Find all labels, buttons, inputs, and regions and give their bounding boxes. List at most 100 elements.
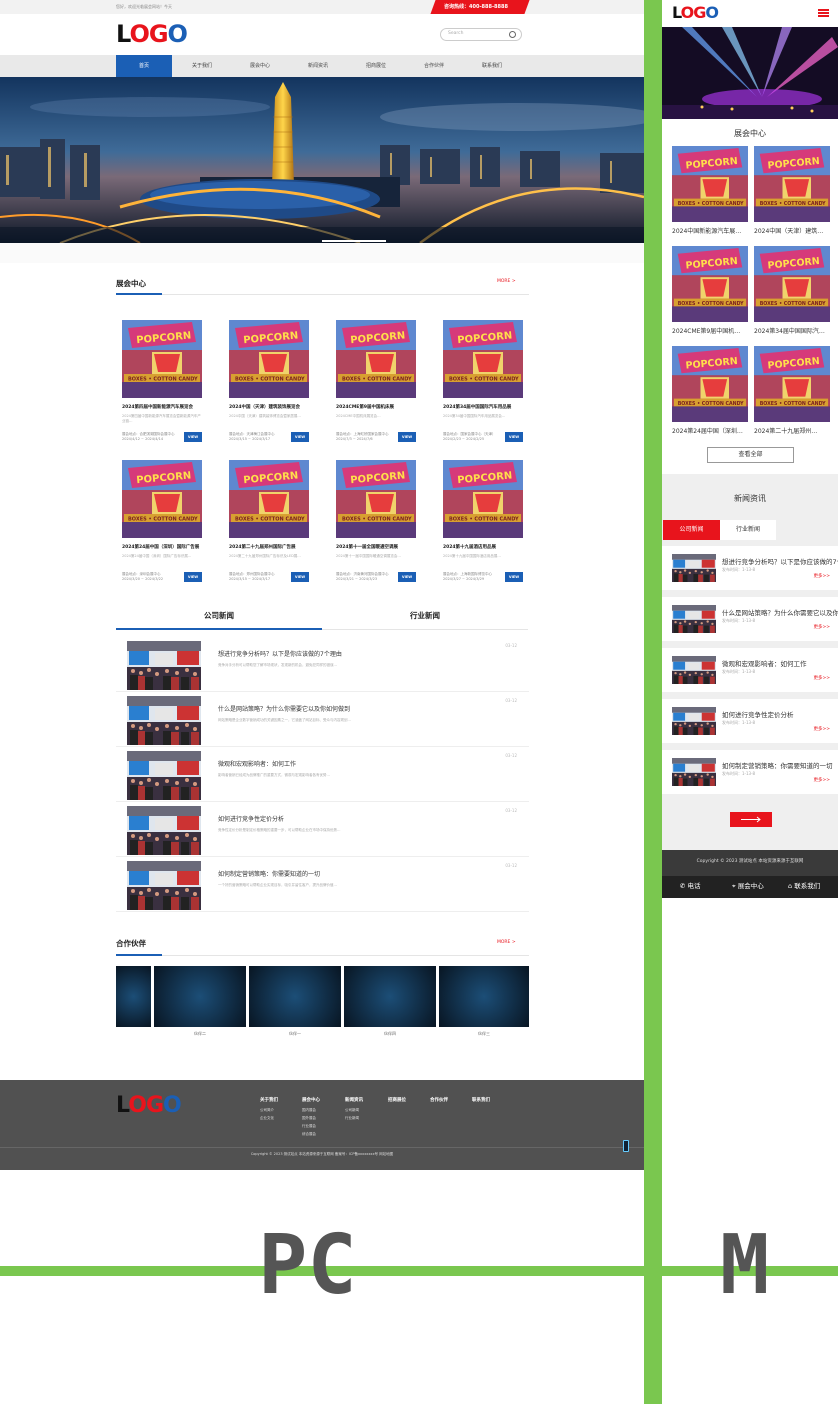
banner-indicator[interactable] <box>322 240 386 242</box>
partner-logo[interactable] <box>249 966 341 1027</box>
news-title[interactable]: 什么是网站策略？为什么你需要它以及你如何做到 <box>722 607 838 617</box>
news-more-link[interactable]: 更多>> <box>813 777 830 783</box>
news-title[interactable]: 如何进行竞争性定价分析 <box>722 709 838 719</box>
mobile-exhibition-card[interactable]: POPCORN BOXES • COTTON CANDY 2024第34届中国国际汽… <box>754 246 830 338</box>
footer-col-title[interactable]: 关于我们 <box>260 1097 278 1103</box>
news-item[interactable]: 如何进行竞争性定价分析 竞争性定价分析是制定价格策略的重要一步，可以帮助企业在市场… <box>116 803 529 857</box>
view-button[interactable]: VIEW <box>291 572 309 582</box>
card-title[interactable]: 2024第四届中国新能源汽车展览会 <box>122 404 202 410</box>
news-thumbnail[interactable] <box>127 861 201 910</box>
card-image[interactable]: POPCORN BOXES • COTTON CANDY <box>336 320 416 398</box>
view-button[interactable]: VIEW <box>184 432 202 442</box>
nav-about[interactable]: 关于我们 <box>174 55 230 77</box>
mobile-banner[interactable] <box>662 27 838 119</box>
news-thumbnail[interactable] <box>127 806 201 855</box>
card-title[interactable]: 2024CME第9届中国机床展 <box>336 404 416 410</box>
mobile-exhibition-card[interactable]: POPCORN BOXES • COTTON CANDY 2024第二十九届郑州… <box>754 346 830 438</box>
news-title[interactable]: 什么是网站策略？为什么你需要它以及你如何做到 <box>218 704 350 713</box>
footer-link[interactable]: 综合展会 <box>302 1132 316 1137</box>
footer-link[interactable]: 公司新闻 <box>345 1108 359 1113</box>
footer-col-title[interactable]: 展会中心 <box>302 1097 320 1103</box>
mobile-tab-industry[interactable]: 行业新闻 <box>720 520 776 540</box>
card-image[interactable]: POPCORN BOXES • COTTON CANDY <box>336 460 416 538</box>
site-logo[interactable]: LOGO <box>116 20 188 48</box>
exhibition-card[interactable]: POPCORN BOXES • COTTON CANDY 2024第十九届酒店用品展… <box>437 452 523 582</box>
nav-booth[interactable]: 招商展位 <box>348 55 404 77</box>
news-title[interactable]: 如何制定营销策略：你需要知道的一切 <box>722 760 838 770</box>
exhibition-card[interactable]: POPCORN BOXES • COTTON CANDY 2024第24届中国（深圳… <box>116 452 202 582</box>
footer-col-title[interactable]: 招商展位 <box>388 1097 406 1103</box>
bottom-nav-phone[interactable]: ✆ 电话 <box>680 880 701 890</box>
nav-exhibition[interactable]: 展会中心 <box>232 55 288 77</box>
menu-icon[interactable] <box>818 9 829 17</box>
footer-link[interactable]: 企业文化 <box>260 1116 274 1121</box>
nav-news[interactable]: 新闻资讯 <box>290 55 346 77</box>
card-image[interactable]: POPCORN BOXES • COTTON CANDY <box>672 346 748 422</box>
mobile-tab-company[interactable]: 公司新闻 <box>663 520 720 540</box>
news-thumbnail[interactable] <box>672 656 716 684</box>
mobile-icon[interactable] <box>623 1140 629 1152</box>
card-image[interactable]: POPCORN BOXES • COTTON CANDY <box>122 320 202 398</box>
news-title[interactable]: 想进行竞争分析吗？以下是你应该做的7个理由 <box>722 556 838 566</box>
news-more-link[interactable]: 更多>> <box>813 675 830 681</box>
news-title[interactable]: 如何制定营销策略：你需要知道的一切 <box>218 869 320 878</box>
footer-link[interactable]: 行业新闻 <box>345 1116 359 1121</box>
card-title[interactable]: 2024中国（天津）建筑… <box>754 226 830 235</box>
bottom-nav-exhibition[interactable]: ⌖ 展会中心 <box>732 880 764 891</box>
card-image[interactable]: POPCORN BOXES • COTTON CANDY <box>122 460 202 538</box>
footer-logo[interactable]: LOGO <box>116 1093 182 1119</box>
mobile-more-arrow-button[interactable] <box>730 812 772 827</box>
news-item[interactable]: 想进行竞争分析吗？以下是你应该做的7个理由 竞争对手分析可以帮助您了解市场现状，发… <box>116 638 529 692</box>
card-title[interactable]: 2024第34届中国国际汽… <box>754 326 830 335</box>
news-thumbnail[interactable] <box>127 751 201 800</box>
card-title[interactable]: 2024第34届中国国际汽车用品展 <box>443 404 523 410</box>
exhibition-card[interactable]: POPCORN BOXES • COTTON CANDY 2024第34届中国国际汽… <box>437 312 523 442</box>
footer-col-title[interactable]: 合作伙伴 <box>430 1097 448 1103</box>
exhibition-card[interactable]: POPCORN BOXES • COTTON CANDY 2024中国（天津）建筑装… <box>223 312 309 442</box>
card-image[interactable]: POPCORN BOXES • COTTON CANDY <box>754 146 830 222</box>
mobile-news-item[interactable]: 如何进行竞争性定价分析 发布时间：1-13-8 更多>> <box>662 699 838 743</box>
footer-link[interactable]: 国内展会 <box>302 1108 316 1113</box>
mobile-news-item[interactable]: 想进行竞争分析吗？以下是你应该做的7个理由发布时间：1-13-8 更多>> <box>662 546 838 590</box>
news-thumbnail[interactable] <box>127 641 201 690</box>
view-button[interactable]: VIEW <box>505 572 523 582</box>
exhibition-card[interactable]: POPCORN BOXES • COTTON CANDY 2024第四届中国新能源汽… <box>116 312 202 442</box>
view-button[interactable]: VIEW <box>398 572 416 582</box>
mobile-exhibition-card[interactable]: POPCORN BOXES • COTTON CANDY 2024中国（天津）建筑… <box>754 146 830 238</box>
nav-contact[interactable]: 联系我们 <box>464 55 520 77</box>
card-title[interactable]: 2024CME第9届中国机… <box>672 326 748 335</box>
news-title[interactable]: 微观和宏观影响者：如何工作 <box>218 759 296 768</box>
card-title[interactable]: 2024第十一届全国暖通空调展 <box>336 544 416 550</box>
mobile-news-item[interactable]: 如何制定营销策略：你需要知道的一切 发布时间：1-13-8 更多>> <box>662 750 838 794</box>
news-thumbnail[interactable] <box>672 707 716 735</box>
tab-industry-news[interactable]: 行业新闻 <box>322 604 528 630</box>
mobile-exhibition-card[interactable]: POPCORN BOXES • COTTON CANDY 2024CME第9届中国机… <box>672 246 748 338</box>
partner-logo[interactable] <box>116 966 151 1027</box>
exhibition-card[interactable]: POPCORN BOXES • COTTON CANDY 2024CME第9届中国机… <box>330 312 416 442</box>
exhibition-more-link[interactable]: MORE > <box>497 279 516 284</box>
card-title[interactable]: 2024第二十九届郑州国际广告展 <box>229 544 309 550</box>
view-button[interactable]: VIEW <box>398 432 416 442</box>
card-image[interactable]: POPCORN BOXES • COTTON CANDY <box>754 346 830 422</box>
mobile-exhibition-card[interactable]: POPCORN BOXES • COTTON CANDY 2024第24届中国（深圳… <box>672 346 748 438</box>
card-title[interactable]: 2024中国（天津）建筑装饰展览会 <box>229 404 309 410</box>
exhibition-card[interactable]: POPCORN BOXES • COTTON CANDY 2024第十一届全国暖通空… <box>330 452 416 582</box>
news-thumbnail[interactable] <box>127 696 201 745</box>
exhibition-card[interactable]: POPCORN BOXES • COTTON CANDY 2024第二十九届郑州国际… <box>223 452 309 582</box>
card-image[interactable]: POPCORN BOXES • COTTON CANDY <box>672 146 748 222</box>
card-title[interactable]: 2024第24届中国（深圳… <box>672 426 748 435</box>
card-title[interactable]: 2024第二十九届郑州… <box>754 426 830 435</box>
news-item[interactable]: 如何制定营销策略：你需要知道的一切 一个好的营销策略可以帮助企业实现目标，吸引并留… <box>116 858 529 912</box>
search-input[interactable]: Search <box>448 31 463 36</box>
footer-link[interactable]: 行业展会 <box>302 1124 316 1129</box>
mobile-logo[interactable]: LOGO <box>672 4 719 22</box>
news-thumbnail[interactable] <box>672 605 716 633</box>
view-all-button[interactable]: 查看全部 <box>707 447 794 463</box>
news-title[interactable]: 微观和宏观影响者：如何工作 <box>722 658 838 668</box>
card-image[interactable]: POPCORN BOXES • COTTON CANDY <box>229 460 309 538</box>
news-more-link[interactable]: 更多>> <box>813 726 830 732</box>
news-item[interactable]: 微观和宏观影响者：如何工作 影响者营销已经成为品牌推广的重要方式，微观与宏观影响者… <box>116 748 529 802</box>
mobile-exhibition-card[interactable]: POPCORN BOXES • COTTON CANDY 2024中国新能源汽车展… <box>672 146 748 238</box>
nav-home[interactable]: 首页 <box>116 55 172 77</box>
view-button[interactable]: VIEW <box>184 572 202 582</box>
